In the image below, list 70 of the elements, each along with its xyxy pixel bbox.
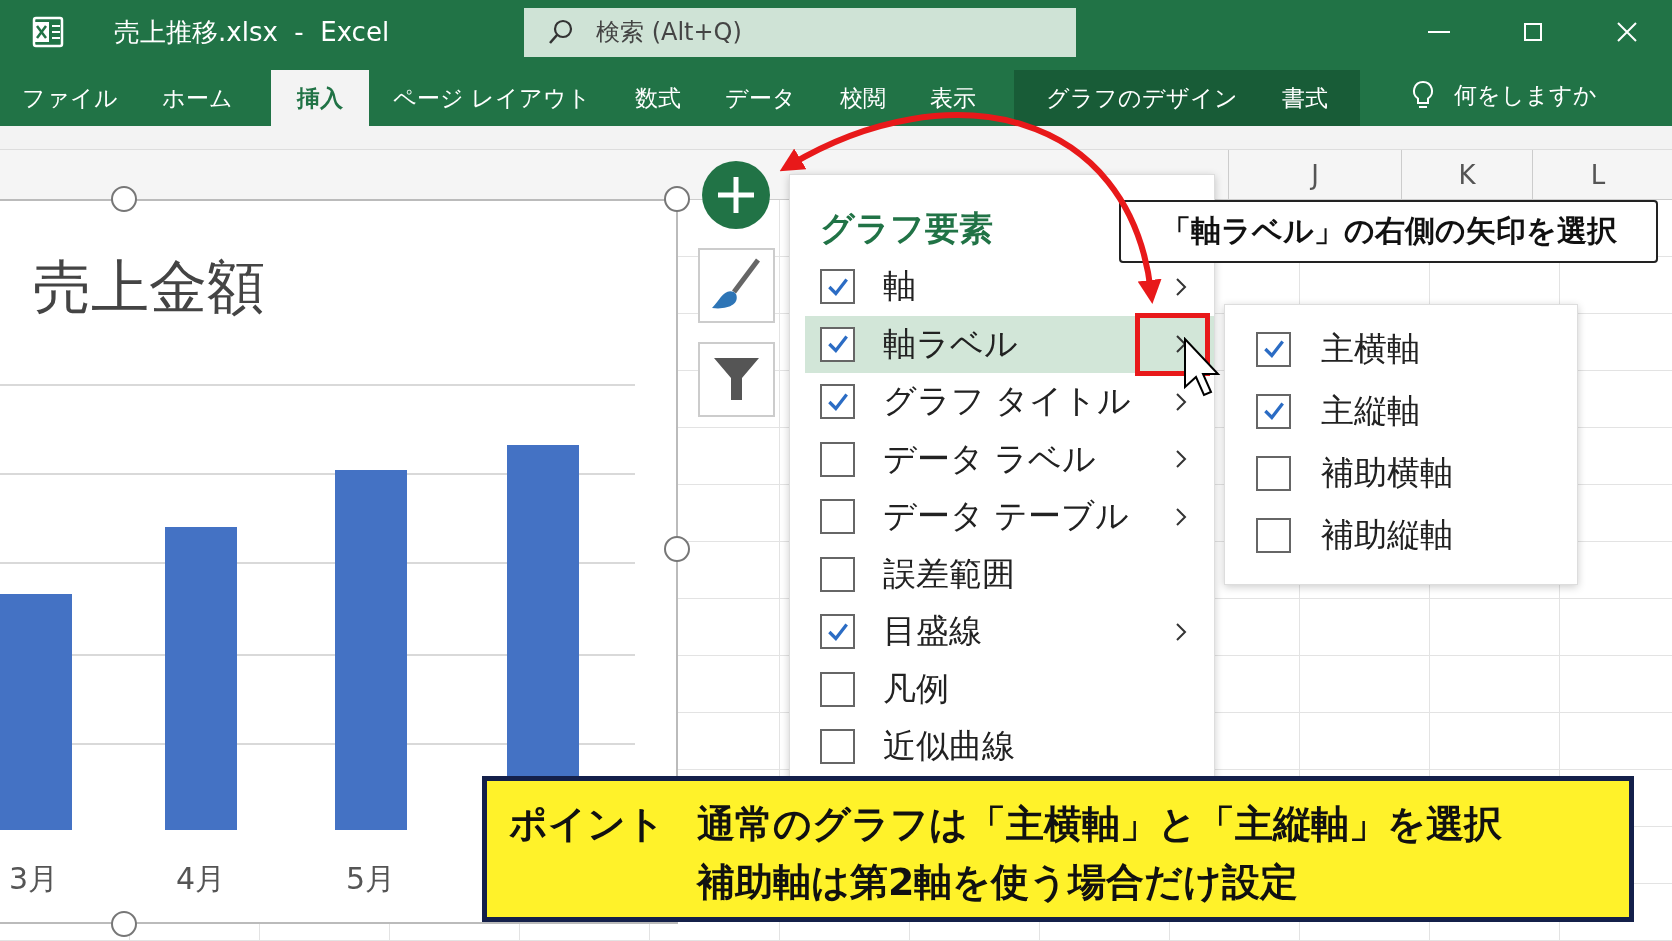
chevron-right-icon[interactable] bbox=[1174, 276, 1188, 297]
filter-icon[interactable] bbox=[698, 342, 775, 417]
panel-item[interactable]: 誤差範囲 bbox=[805, 545, 1214, 603]
panel-item[interactable]: データ テーブル bbox=[805, 488, 1214, 546]
callout-text: 「軸ラベル」の右側の矢印を選択 bbox=[1119, 200, 1658, 263]
ribbon-tab[interactable]: ページ レイアウト bbox=[371, 70, 614, 126]
checkbox[interactable] bbox=[1256, 331, 1291, 367]
item-label: グラフ タイトル bbox=[883, 380, 1132, 423]
spreadsheet-icon bbox=[32, 16, 64, 48]
item-label: 誤差範囲 bbox=[883, 552, 1015, 595]
checkbox[interactable] bbox=[820, 614, 855, 650]
checkbox[interactable] bbox=[1256, 393, 1291, 429]
checkbox[interactable] bbox=[1256, 455, 1291, 491]
tell-me-field[interactable]: 何をしますか bbox=[1454, 79, 1598, 111]
panel-item[interactable]: 目盛線 bbox=[805, 603, 1214, 661]
chevron-right-icon[interactable] bbox=[1174, 506, 1188, 527]
axis-label: 4月 bbox=[176, 860, 226, 898]
search-field[interactable]: 検索 (Alt+Q) bbox=[524, 7, 1076, 57]
ribbon-tab[interactable]: 校閲 bbox=[818, 70, 909, 126]
ribbon-tab[interactable]: グラフのデザイン bbox=[1024, 70, 1261, 126]
chevron-right-icon[interactable] bbox=[1174, 449, 1188, 470]
item-label: データ ラベル bbox=[883, 437, 1097, 480]
item-label: データ テーブル bbox=[883, 495, 1130, 538]
window-title: 売上推移.xlsx - Excel bbox=[114, 15, 391, 49]
panel-item[interactable]: 軸ラベル bbox=[805, 315, 1214, 373]
resize-handle[interactable] bbox=[111, 911, 137, 937]
item-label: 主横軸 bbox=[1321, 327, 1420, 370]
panel-item[interactable]: グラフ タイトル bbox=[805, 373, 1214, 431]
note-label: ポイント bbox=[509, 801, 665, 848]
checkbox[interactable] bbox=[820, 326, 855, 362]
item-label: 軸ラベル bbox=[883, 322, 1018, 365]
ribbon-tab[interactable]: データ bbox=[703, 70, 819, 126]
column-header[interactable]: K bbox=[1401, 150, 1532, 199]
item-label: 補助縦軸 bbox=[1321, 513, 1453, 556]
ribbon-tab[interactable]: ファイル bbox=[0, 70, 140, 126]
item-label: 目盛線 bbox=[883, 610, 982, 653]
item-label: 凡例 bbox=[883, 667, 949, 710]
column-header[interactable]: J bbox=[1228, 150, 1401, 199]
panel-item[interactable]: 凡例 bbox=[805, 660, 1214, 718]
checkbox[interactable] bbox=[820, 729, 855, 765]
panel-heading: グラフ要素 bbox=[820, 207, 993, 250]
checkbox[interactable] bbox=[820, 671, 855, 707]
item-label: 軸 bbox=[883, 265, 916, 308]
column-header[interactable]: L bbox=[1532, 150, 1663, 199]
ribbon-tab[interactable]: 表示 bbox=[908, 70, 999, 126]
axis-label: 3月 bbox=[9, 860, 59, 898]
ribbon-tab[interactable]: ホーム bbox=[140, 70, 255, 126]
item-label: 近似曲線 bbox=[883, 725, 1015, 768]
checkbox[interactable] bbox=[820, 499, 855, 535]
chart-title: 売上金額 bbox=[33, 252, 265, 323]
brush-icon[interactable] bbox=[698, 248, 775, 323]
add-chart-element-button[interactable] bbox=[701, 160, 771, 230]
note-text: 補助軸は第2軸を使う場合だけ設定 bbox=[697, 859, 1300, 906]
ribbon-tab[interactable]: 数式 bbox=[613, 70, 704, 126]
checkbox[interactable] bbox=[820, 441, 855, 477]
resize-handle[interactable] bbox=[664, 536, 690, 562]
checkbox[interactable] bbox=[820, 384, 855, 420]
item-label: 補助横軸 bbox=[1321, 451, 1453, 494]
chevron-right-icon[interactable] bbox=[1174, 391, 1188, 412]
checkbox[interactable] bbox=[820, 269, 855, 305]
note-text: 通常のグラフは「主横軸」と「主縦軸」を選択 bbox=[697, 801, 1502, 848]
panel-item[interactable]: 近似曲線 bbox=[805, 718, 1214, 776]
checkbox[interactable] bbox=[820, 556, 855, 592]
checkbox[interactable] bbox=[1256, 517, 1291, 553]
ribbon-tab[interactable]: 挿入 bbox=[271, 70, 369, 126]
ribbon-tab[interactable]: 書式 bbox=[1260, 70, 1351, 126]
item-label: 主縦軸 bbox=[1321, 389, 1420, 432]
panel-item[interactable]: データ ラベル bbox=[805, 430, 1214, 488]
chevron-right-icon[interactable] bbox=[1174, 621, 1188, 642]
axis-label: 5月 bbox=[346, 860, 396, 898]
